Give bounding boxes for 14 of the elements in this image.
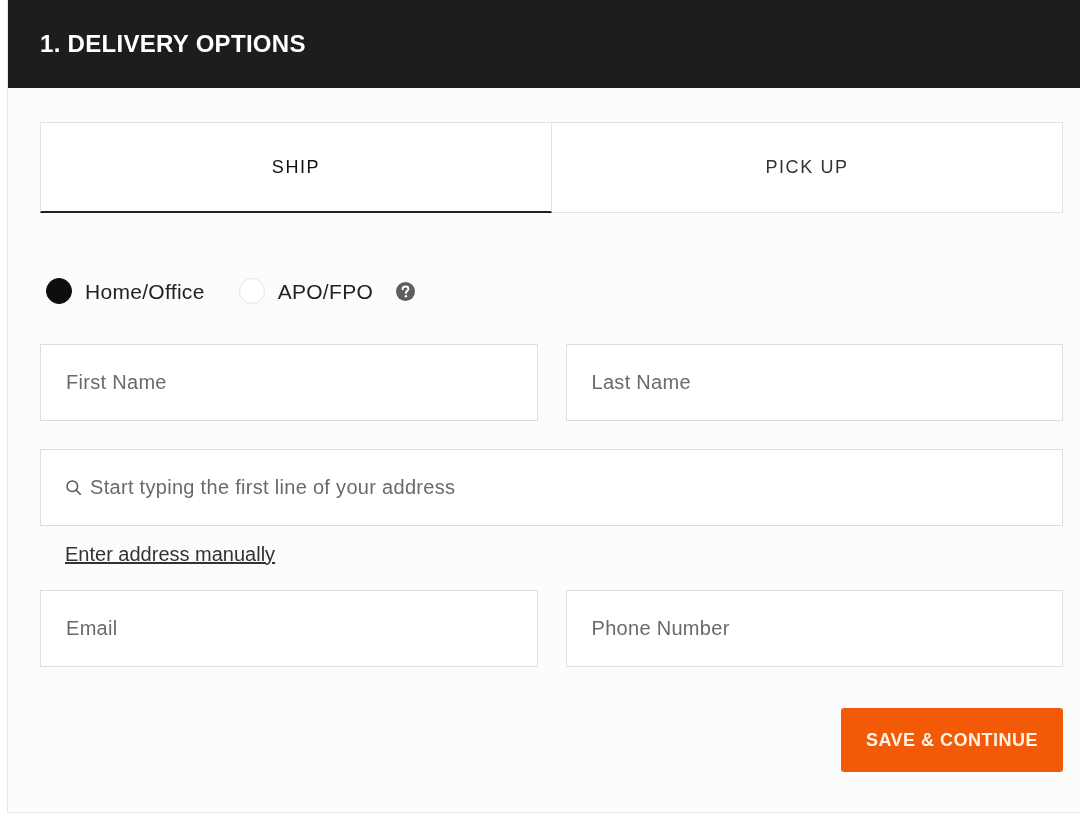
name-field[interactable]: First Name (40, 344, 538, 421)
contact-field[interactable]: Phone Number (565, 590, 1063, 667)
search-icon (66, 480, 81, 495)
delivery-tab[interactable]: PICK UP (552, 122, 1063, 213)
contact-field[interactable]: Email (40, 590, 538, 667)
radio-label[interactable]: Home/Office (85, 280, 205, 302)
section-title: 1. DELIVERY OPTIONS (40, 32, 306, 56)
radio-label[interactable]: APO/FPO (277, 280, 374, 302)
name-field[interactable]: Last Name (565, 344, 1063, 421)
delivery-tab[interactable]: SHIP (40, 122, 552, 213)
address-search-field[interactable]: Start typing the first line of your address (40, 449, 1063, 526)
enter-address-manually-link[interactable]: Enter address manually (65, 542, 276, 566)
help-icon[interactable] (396, 281, 416, 301)
radio-button[interactable] (46, 278, 72, 304)
